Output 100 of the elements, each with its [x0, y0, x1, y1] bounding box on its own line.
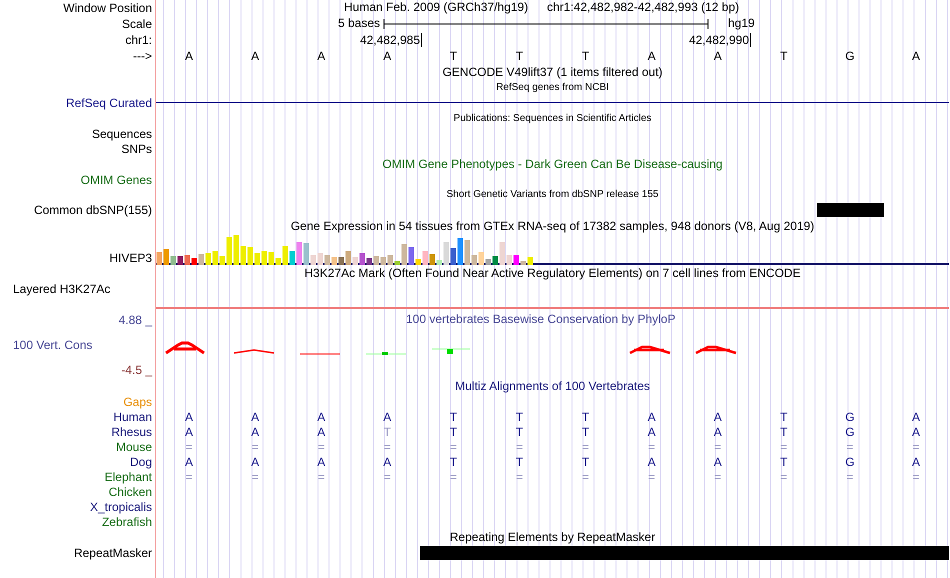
aligned-base: =	[250, 440, 260, 454]
aligned-base: G	[844, 424, 856, 438]
track-label[interactable]: 100 Vert. Cons	[0, 338, 92, 352]
aligned-base: A	[316, 454, 326, 468]
aligned-base: =	[713, 440, 722, 454]
aligned-base: =	[184, 440, 194, 454]
base-letter: G	[844, 49, 856, 63]
aligned-base: A	[712, 410, 723, 424]
track-label[interactable]: Sequences	[92, 126, 152, 140]
base-letter: A	[382, 49, 392, 63]
aligned-base: =	[184, 470, 194, 484]
aligned-base: =	[382, 440, 392, 454]
aligned-base: =	[713, 470, 722, 484]
base-letter: T	[779, 49, 788, 63]
aligned-base: A	[910, 454, 921, 468]
track-label[interactable]: HIVEP3	[109, 251, 152, 265]
aligned-base: T	[580, 410, 590, 424]
aligned-base: A	[646, 454, 657, 468]
aligned-base: =	[845, 470, 854, 484]
coordinate-tick: 42,482,990	[688, 33, 751, 47]
aligned-base: =	[647, 440, 656, 454]
species-label: Chicken	[108, 484, 152, 498]
track-title: Repeating Elements by RepeatMasker	[450, 530, 656, 544]
track-title: Publications: Sequences in Scientific Articles	[454, 113, 652, 124]
aligned-base: =	[845, 440, 854, 454]
base-letter: T	[580, 49, 590, 63]
aligned-base: =	[581, 440, 590, 454]
species-label: Zebrafish	[102, 514, 152, 528]
aligned-base: =	[779, 440, 788, 454]
aligned-base: A	[250, 454, 260, 468]
track-title: RefSeq genes from NCBI	[496, 82, 609, 93]
aligned-base: A	[712, 454, 723, 468]
aligned-base: T	[514, 410, 524, 424]
aligned-base: A	[382, 454, 392, 468]
aligned-base: =	[911, 470, 920, 484]
aligned-base: T	[448, 410, 458, 424]
assembly-label: hg19	[728, 16, 755, 30]
aligned-base: T	[779, 454, 788, 468]
snp-feature[interactable]	[817, 203, 884, 217]
track-label[interactable]: OMIM Genes	[80, 172, 152, 186]
track-label[interactable]: SNPs	[121, 142, 152, 156]
aligned-base: A	[184, 410, 194, 424]
aligned-base: T	[514, 454, 524, 468]
aligned-base: T	[580, 454, 590, 468]
aligned-base: A	[646, 410, 657, 424]
track-title: GENCODE V49lift37 (1 items filtered out)	[442, 65, 663, 79]
aligned-base: G	[844, 454, 856, 468]
aligned-base: =	[911, 440, 920, 454]
aligned-base: T	[779, 424, 788, 438]
track-label[interactable]: RepeatMasker	[74, 546, 152, 560]
aligned-base: A	[316, 410, 326, 424]
aligned-base: =	[779, 470, 788, 484]
aligned-base: =	[514, 440, 524, 454]
track-title: OMIM Gene Phenotypes - Dark Green Can Be Disease-causing	[382, 157, 723, 171]
track-label[interactable]: Layered H3K27Ac	[13, 282, 110, 296]
axis-max-label: 4.88 _	[118, 313, 152, 327]
species-label: Gaps	[123, 394, 152, 408]
assembly-title: Human Feb. 2009 (GRCh37/hg19)	[344, 0, 528, 14]
aligned-base: A	[184, 424, 194, 438]
track-label: chr1:	[125, 33, 152, 47]
base-letter: T	[514, 49, 524, 63]
aligned-base: T	[382, 424, 392, 438]
track-title: Short Genetic Variants from dbSNP release 155	[446, 189, 658, 200]
position-range: chr1:42,482,982-42,482,993 (12 bp)	[547, 0, 740, 14]
aligned-base: T	[514, 424, 524, 438]
track-label: Scale	[122, 17, 152, 31]
repeat-feature[interactable]	[420, 546, 949, 560]
track-title: H3K27Ac Mark (Often Found Near Active Regulatory Elements) on 7 cell lines from ENCODE	[304, 266, 801, 280]
aligned-base: A	[382, 410, 392, 424]
species-label: Human	[113, 410, 152, 424]
aligned-base: T	[448, 454, 458, 468]
aligned-base: A	[250, 410, 260, 424]
species-label: X_tropicalis	[90, 500, 152, 514]
base-letter: A	[646, 49, 657, 63]
aligned-base: A	[646, 424, 657, 438]
aligned-base: =	[647, 470, 656, 484]
track-title: 100 vertebrates Basewise Conservation by PhyloP	[406, 312, 676, 326]
aligned-base: A	[910, 424, 921, 438]
track-title: Multiz Alignments of 100 Vertebrates	[455, 379, 650, 393]
aligned-base: T	[779, 410, 788, 424]
species-label: Rhesus	[111, 424, 152, 438]
base-letter: A	[316, 49, 326, 63]
base-letter: A	[250, 49, 260, 63]
aligned-base: =	[448, 470, 458, 484]
aligned-base: =	[514, 470, 524, 484]
aligned-base: =	[316, 440, 326, 454]
track-label[interactable]: RefSeq Curated	[66, 96, 152, 110]
aligned-base: A	[184, 454, 194, 468]
track-label[interactable]: Common dbSNP(155)	[34, 203, 152, 217]
strand-label: --->	[133, 49, 152, 63]
aligned-base: =	[448, 440, 458, 454]
aligned-base: =	[250, 470, 260, 484]
track-label: Window Position	[63, 1, 152, 15]
aligned-base: A	[250, 424, 260, 438]
aligned-base: A	[316, 424, 326, 438]
aligned-base: =	[382, 470, 392, 484]
coordinate-tick: 42,482,985	[360, 33, 422, 47]
species-label: Mouse	[116, 440, 152, 454]
aligned-base: T	[448, 424, 458, 438]
base-letter: A	[184, 49, 194, 63]
